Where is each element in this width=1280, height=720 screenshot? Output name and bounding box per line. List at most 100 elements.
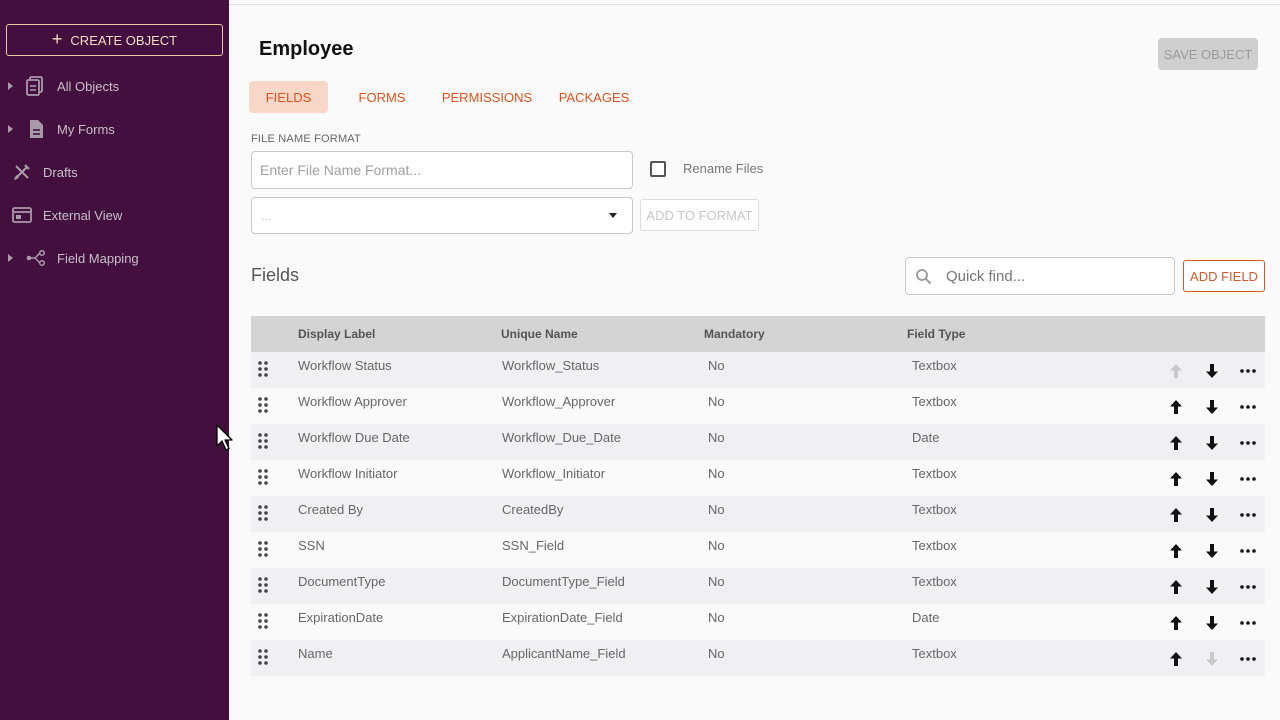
caret-right-icon[interactable] (8, 125, 13, 133)
column-header-unique-name[interactable]: Unique Name (501, 327, 578, 341)
move-down-icon[interactable] (1204, 614, 1220, 632)
tab-packages[interactable]: PACKAGES (552, 81, 636, 113)
move-down-icon[interactable] (1204, 434, 1220, 452)
column-header-display-label[interactable]: Display Label (298, 327, 375, 341)
more-options-icon[interactable] (1240, 650, 1256, 668)
more-options-icon[interactable] (1240, 398, 1256, 416)
cell-display-label: Workflow Status (298, 358, 392, 373)
drag-handle-icon[interactable] (257, 612, 269, 635)
sidebar-item-external-view[interactable]: External View (0, 199, 229, 231)
caret-right-icon[interactable] (8, 254, 13, 262)
cell-field-type: Textbox (912, 394, 957, 409)
file-name-format-input[interactable] (251, 151, 633, 189)
cell-unique-name: ApplicantName_Field (502, 646, 626, 661)
table-row[interactable]: Workflow Due Date Workflow_Due_Date No Date (251, 424, 1265, 460)
more-options-icon[interactable] (1240, 542, 1256, 560)
cell-mandatory: No (708, 394, 725, 409)
quick-find-input[interactable] (946, 266, 1166, 286)
more-options-icon[interactable] (1240, 470, 1256, 488)
cell-display-label: Name (298, 646, 333, 661)
table-row[interactable]: DocumentType DocumentType_Field No Textbox (251, 568, 1265, 604)
rename-files-checkbox[interactable] (650, 161, 666, 177)
drag-handle-icon[interactable] (257, 468, 269, 491)
move-down-icon[interactable] (1204, 578, 1220, 596)
table-row[interactable]: Name ApplicantName_Field No Textbox (251, 640, 1265, 676)
cell-field-type: Date (912, 610, 940, 625)
move-up-icon[interactable] (1168, 362, 1184, 380)
sidebar-item-label: Drafts (43, 164, 78, 180)
quick-find-box[interactable] (905, 257, 1175, 295)
move-down-icon[interactable] (1204, 398, 1220, 416)
move-up-icon[interactable] (1168, 578, 1184, 596)
cell-display-label: Created By (298, 502, 364, 517)
save-object-button[interactable]: SAVE OBJECT (1158, 38, 1258, 70)
drag-handle-icon[interactable] (257, 396, 269, 419)
move-up-icon[interactable] (1168, 614, 1184, 632)
add-field-button[interactable]: ADD FIELD (1183, 260, 1265, 292)
cell-mandatory: No (708, 430, 725, 445)
cell-display-label: Workflow Initiator (298, 466, 398, 481)
cell-unique-name: SSN_Field (502, 538, 565, 553)
move-up-icon[interactable] (1168, 650, 1184, 668)
sidebar-item-drafts[interactable]: Drafts (0, 156, 229, 188)
cell-mandatory: No (708, 358, 725, 373)
move-up-icon[interactable] (1168, 506, 1184, 524)
more-options-icon[interactable] (1240, 578, 1256, 596)
move-up-icon[interactable] (1168, 542, 1184, 560)
more-options-icon[interactable] (1240, 614, 1256, 632)
table-row[interactable]: Workflow Approver Workflow_Approver No Text… (251, 388, 1265, 424)
drag-handle-icon[interactable] (257, 360, 269, 383)
drag-handle-icon[interactable] (257, 576, 269, 599)
move-up-icon[interactable] (1168, 470, 1184, 488)
cell-display-label: Workflow Due Date (298, 430, 410, 445)
sidebar-item-label: All Objects (57, 78, 120, 94)
move-up-icon[interactable] (1168, 434, 1184, 452)
move-up-icon[interactable] (1168, 398, 1184, 416)
cell-mandatory: No (708, 646, 725, 661)
tab-forms[interactable]: FORMS (348, 81, 416, 113)
more-options-icon[interactable] (1240, 434, 1256, 452)
drag-handle-icon[interactable] (257, 540, 269, 563)
more-options-icon[interactable] (1240, 362, 1256, 380)
table-row[interactable]: SSN SSN_Field No Textbox (251, 532, 1265, 568)
more-options-icon[interactable] (1240, 506, 1256, 524)
cell-unique-name: Workflow_Status (502, 358, 600, 373)
move-down-icon[interactable] (1204, 362, 1220, 380)
move-down-icon[interactable] (1204, 650, 1220, 668)
create-object-button[interactable]: + CREATE OBJECT (6, 24, 223, 56)
sidebar-item-my-forms[interactable]: My Forms (0, 113, 229, 145)
sidebar-item-all-objects[interactable]: All Objects (0, 70, 229, 102)
rename-files-label: Rename Files (683, 161, 764, 176)
cell-mandatory: No (708, 502, 725, 517)
add-to-format-button[interactable]: ADD TO FORMAT (640, 199, 759, 231)
cell-field-type: Textbox (912, 502, 957, 517)
cell-field-type: Date (912, 430, 940, 445)
create-object-label: CREATE OBJECT (70, 32, 178, 48)
objects-icon (25, 76, 45, 96)
table-row[interactable]: Created By CreatedBy No Textbox (251, 496, 1265, 532)
sidebar-item-label: External View (43, 207, 123, 223)
plus-icon: + (51, 29, 63, 49)
table-row[interactable]: Workflow Status Workflow_Status No Textbox (251, 352, 1265, 388)
move-down-icon[interactable] (1204, 506, 1220, 524)
drag-handle-icon[interactable] (257, 648, 269, 671)
drafts-icon (12, 162, 32, 182)
tab-permissions[interactable]: PERMISSIONS (436, 81, 538, 113)
column-header-field-type[interactable]: Field Type (907, 327, 965, 341)
format-token-select[interactable]: ... (251, 197, 633, 234)
table-row[interactable]: Workflow Initiator Workflow_Initiator No Te… (251, 460, 1265, 496)
fields-heading: Fields (251, 265, 300, 285)
forms-icon (26, 119, 46, 139)
move-down-icon[interactable] (1204, 470, 1220, 488)
sidebar-item-field-mapping[interactable]: Field Mapping (0, 242, 229, 274)
tab-fields[interactable]: FIELDS (249, 81, 328, 113)
field-mapping-icon (26, 248, 46, 268)
column-header-mandatory[interactable]: Mandatory (704, 327, 765, 341)
table-row[interactable]: ExpirationDate ExpirationDate_Field No Date (251, 604, 1265, 640)
caret-right-icon[interactable] (8, 82, 13, 90)
drag-handle-icon[interactable] (257, 504, 269, 527)
cell-display-label: ExpirationDate (298, 610, 384, 625)
mouse-cursor-icon (216, 424, 234, 457)
drag-handle-icon[interactable] (257, 432, 269, 455)
move-down-icon[interactable] (1204, 542, 1220, 560)
